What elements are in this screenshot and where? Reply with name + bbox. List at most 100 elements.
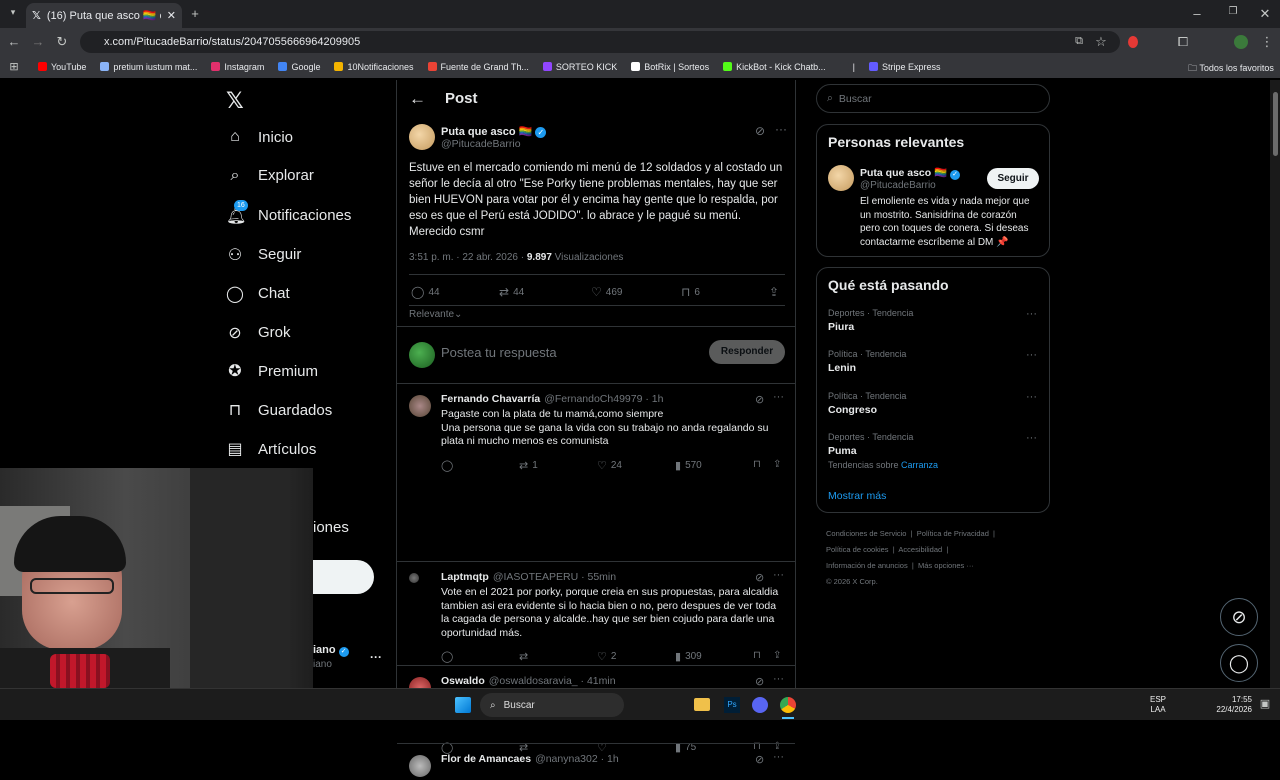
chat-float-button[interactable]: ◯ — [1220, 644, 1258, 682]
tab-search-icon[interactable]: ▾ — [6, 7, 20, 18]
new-tab-icon[interactable]: + — [188, 6, 202, 21]
reply-item[interactable]: Flor de Amancaes @nanyna302 · 1h ⊘ ··· — [397, 743, 795, 780]
follow-button[interactable]: Seguir — [987, 168, 1039, 189]
reload-icon[interactable]: ↻ — [54, 34, 70, 50]
install-icon[interactable]: ⧉ — [1072, 35, 1086, 48]
share-action[interactable]: ⇪ — [769, 285, 779, 299]
sidebar-item-artculos[interactable]: ▤ Artículos — [226, 439, 316, 459]
likes-action[interactable]: ♡ 24 — [597, 459, 622, 472]
reposts-action[interactable]: ⇄ — [519, 650, 532, 663]
all-bookmarks[interactable]: 🗀 Todos los favoritos — [1188, 61, 1274, 77]
photoshop-icon[interactable]: Ps — [724, 697, 740, 713]
sidebar-item-seguir[interactable]: ⚇ Seguir — [226, 245, 302, 265]
grok-explain-icon[interactable]: ⊘ — [755, 571, 764, 584]
reply-author[interactable]: Fernando Chavarría — [441, 393, 540, 405]
explorer-icon[interactable] — [694, 698, 710, 711]
trend-related-link[interactable]: Carranza — [901, 460, 938, 470]
person-name[interactable]: Puta que asco 🏳️‍🌈 ✓ — [860, 166, 961, 180]
taskbar-search[interactable]: ⌕ Buscar — [480, 693, 624, 717]
forward-icon[interactable]: → — [30, 34, 46, 49]
grok-explain-icon[interactable]: ⊘ — [755, 393, 764, 406]
reply-more-icon[interactable]: ··· — [773, 751, 784, 763]
back-icon[interactable]: ← — [6, 34, 22, 49]
sidebar-item-inicio[interactable]: ⌂ Inicio — [226, 128, 293, 146]
maximize-icon[interactable]: ❐ — [1226, 6, 1240, 17]
person-avatar[interactable] — [828, 165, 854, 191]
share-action[interactable]: ⇪ — [773, 650, 781, 661]
more-label-partial[interactable]: iones — [313, 519, 349, 536]
views-action[interactable]: ▮ 570 — [675, 459, 702, 472]
notification-icon[interactable]: ▣ — [1258, 697, 1272, 710]
trend-more-icon[interactable]: ··· — [1026, 391, 1037, 403]
trend-item[interactable]: Política · Tendencia Congreso ··· — [828, 391, 1042, 416]
grok-float-button[interactable]: ⊘ — [1220, 598, 1258, 636]
reply-action[interactable]: ◯ 44 — [411, 285, 440, 299]
x-logo[interactable]: 𝕏 — [226, 88, 244, 114]
reply-avatar[interactable] — [409, 755, 431, 777]
grok-explain-icon[interactable]: ⊘ — [755, 753, 764, 766]
bookmark-action[interactable]: ⊓ — [753, 650, 761, 661]
lang-indicator[interactable]: ESP LAA — [1150, 695, 1166, 715]
extensions-icon[interactable]: ⧠ — [1176, 34, 1190, 50]
sort-dropdown[interactable]: Relevante⌄ — [409, 309, 462, 320]
minimize-icon[interactable]: – — [1190, 6, 1204, 21]
views-action[interactable]: ▮ 309 — [675, 650, 702, 663]
reply-author[interactable]: Oswaldo — [441, 675, 485, 687]
chrome-icon[interactable] — [780, 697, 796, 713]
repost-action[interactable]: ⇄ 44 — [499, 285, 524, 299]
bookmark-item[interactable]: SORTEO KICK — [542, 62, 617, 72]
bookmark-item[interactable]: 10Notificaciones — [334, 62, 414, 72]
sidebar-item-grok[interactable]: ⊘ Grok — [226, 323, 290, 343]
bookmark-item[interactable]: Stripe Express — [869, 62, 941, 72]
close-tab-icon[interactable]: ✕ — [167, 9, 176, 22]
discord-icon[interactable] — [752, 697, 768, 713]
show-more-link[interactable]: Mostrar más — [828, 490, 886, 502]
author-avatar[interactable] — [409, 124, 435, 150]
sidebar-item-chat[interactable]: ◯ Chat — [226, 284, 290, 304]
post-more-icon[interactable]: ··· — [775, 122, 787, 136]
bookmark-item[interactable]: Fuente de Grand Th... — [427, 62, 529, 72]
reply-button[interactable]: Responder — [709, 340, 785, 364]
trend-item[interactable]: Deportes · Tendencia Puma Tendencias sobre… — [828, 432, 1042, 470]
grok-explain-icon[interactable]: ⊘ — [755, 124, 765, 138]
sidebar-item-guardados[interactable]: ⊓ Guardados — [226, 400, 332, 420]
sidebar-item-notificaciones[interactable]: 🔔︎ 16 Notificaciones — [226, 199, 351, 226]
likes-action[interactable]: ♡ 2 — [597, 650, 616, 663]
trend-item[interactable]: Política · Tendencia Lenin ··· — [828, 349, 1042, 374]
reply-author[interactable]: Laptmqtp — [441, 571, 489, 583]
bookmark-item[interactable]: | — [839, 62, 855, 72]
trend-more-icon[interactable]: ··· — [1026, 308, 1037, 320]
star-icon[interactable]: ☆ — [1094, 34, 1108, 50]
reply-more-icon[interactable]: ··· — [773, 391, 784, 403]
menu-icon[interactable]: ⋮ — [1260, 34, 1274, 50]
bookmark-action[interactable]: ⊓ — [753, 459, 761, 470]
replies-action[interactable]: ◯ — [441, 459, 457, 472]
account-more-icon[interactable]: ··· — [370, 650, 382, 664]
browser-tab[interactable]: 𝕏 (16) Puta que asco 🏳️‍🌈 en X: "Es ✕ — [26, 3, 182, 28]
reply-item[interactable]: Laptmqtp @IASOTEAPERU · 55min ⊘ ··· Vote en … — [397, 561, 795, 665]
bookmark-item[interactable]: YouTube — [38, 62, 86, 72]
start-icon[interactable] — [455, 697, 471, 713]
trend-item[interactable]: Deportes · Tendencia Piura ··· — [828, 308, 1042, 333]
scrollbar-track[interactable] — [1270, 80, 1280, 688]
reply-avatar[interactable] — [409, 573, 419, 583]
bookmark-action[interactable]: ⊓ 6 — [681, 285, 700, 299]
like-action[interactable]: ♡ 469 — [591, 285, 622, 299]
account-name-partial[interactable]: iano ✓ — [313, 644, 349, 657]
sidebar-item-premium[interactable]: ✪ Premium — [226, 361, 318, 381]
profile-avatar[interactable] — [1234, 35, 1248, 49]
bookmark-item[interactable]: Google — [278, 62, 320, 72]
bookmark-item[interactable]: pretium iustum mat... — [100, 62, 197, 72]
trend-more-icon[interactable]: ··· — [1026, 432, 1037, 444]
address-bar[interactable]: x.com/PitucadeBarrio/status/204705566696… — [80, 31, 1120, 53]
trend-more-icon[interactable]: ··· — [1026, 349, 1037, 361]
reply-item[interactable]: Fernando Chavarría @FernandoCh49979 · 1h ⊘… — [397, 384, 795, 561]
replies-action[interactable]: ◯ — [441, 650, 457, 663]
clock[interactable]: 17:55 22/4/2026 — [1212, 695, 1252, 715]
bookmark-item[interactable]: KickBot - Kick Chatb... — [723, 62, 826, 72]
reply-input[interactable]: Postea tu respuesta — [441, 345, 557, 360]
apps-icon[interactable]: ⊞ — [8, 60, 20, 73]
scrollbar-thumb[interactable] — [1273, 92, 1278, 156]
bookmark-item[interactable]: Instagram — [211, 62, 264, 72]
reply-more-icon[interactable]: ··· — [773, 673, 784, 685]
